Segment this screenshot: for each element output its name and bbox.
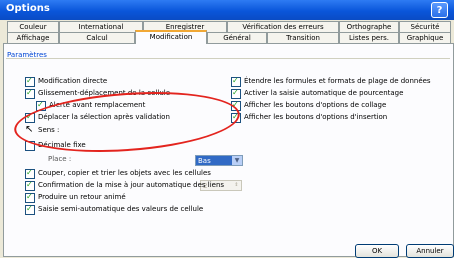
checkbox-box[interactable]	[25, 168, 35, 179]
checkbox-box[interactable]	[231, 76, 241, 87]
sens-dropdown[interactable]: Bas ▼	[195, 155, 243, 166]
group-divider	[6, 58, 450, 59]
chevron-down-icon[interactable]: ▼	[232, 156, 242, 165]
checkbox-box[interactable]	[25, 180, 35, 191]
checkbox-label: Couper, copier et trier les objets avec …	[38, 169, 211, 177]
sens-value: Bas	[198, 157, 211, 165]
ok-button[interactable]: OK	[355, 244, 399, 258]
place-label: Place :	[48, 155, 72, 163]
checkbox-label: Étendre les formules et formats de plage…	[244, 77, 431, 85]
checkbox-box[interactable]	[25, 192, 35, 203]
checkbox-label: Activer la saisie automatique de pourcen…	[244, 89, 404, 97]
checkbox-box[interactable]	[231, 88, 241, 99]
help-button[interactable]: ?	[431, 2, 448, 18]
checkbox-label: Afficher les boutons d'options d'inserti…	[244, 113, 388, 121]
tab-modification[interactable]: Modification	[135, 30, 207, 44]
checkbox-label: Produire un retour animé	[38, 193, 126, 201]
window-title: Options	[6, 3, 50, 14]
checkbox-label: Saisie semi-automatique des valeurs de c…	[38, 205, 204, 213]
cancel-button[interactable]: Annuler	[406, 244, 454, 258]
checkbox-label: Afficher les boutons d'options de collag…	[244, 101, 387, 109]
checkbox-label: Confirmation de la mise à jour automatiq…	[38, 181, 225, 189]
checkbox-box[interactable]	[25, 88, 35, 99]
spinner-arrows-icon[interactable]: ⇕	[232, 181, 241, 190]
checkbox-box[interactable]	[25, 204, 35, 215]
title-bar: Options ?	[0, 0, 454, 20]
mouse-cursor-icon: ↖	[25, 124, 34, 135]
checkbox-box[interactable]	[25, 76, 35, 87]
checkbox-label: Modification directe	[38, 77, 108, 85]
